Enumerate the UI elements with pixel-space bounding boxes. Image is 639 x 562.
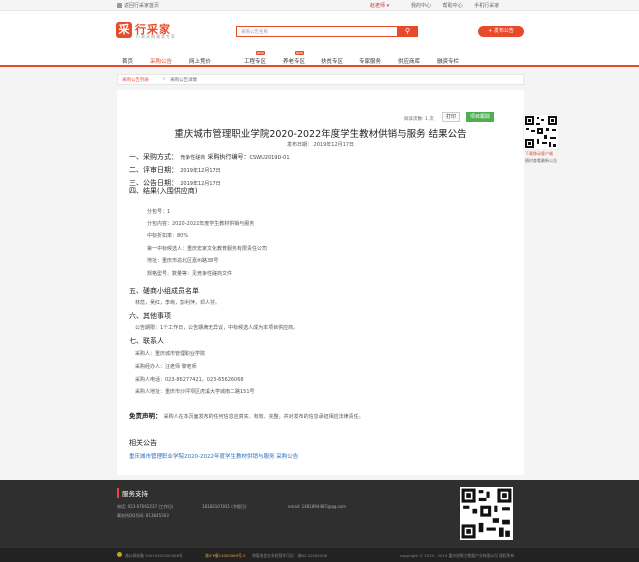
logo-icon[interactable]: 采: [116, 22, 132, 38]
page-title: 重庆城市管理职业学院2020-2022年度学生教材供销与服务 结果公告: [174, 129, 467, 140]
section-result: 四、结果(入围供应商): [129, 187, 198, 195]
contact-line: 采购人电话：023-86277421，023-65626068: [135, 377, 244, 383]
footer-qr-code-icon: [460, 487, 513, 540]
nav-elderly[interactable]: 养老专区: [283, 57, 305, 65]
nav-home[interactable]: 首页: [122, 57, 133, 65]
result-line: 分包号：1: [147, 209, 171, 215]
search-button[interactable]: ⚲: [397, 26, 418, 37]
code-value: CSWU2019D-01: [249, 155, 290, 161]
copyright: copyright © 2019 - 2019 重庆逆戟大数据产业有限公司 版权…: [400, 553, 515, 558]
search-input[interactable]: 采购公告名称: [236, 26, 398, 37]
method-value: 竞争性磋商: [180, 155, 206, 161]
print-button[interactable]: 打印: [442, 112, 460, 122]
result-line: 地址：重庆市渝北区嘉州路38号: [147, 258, 219, 264]
search-placeholder: 采购公告名称: [241, 30, 268, 35]
police-badge-icon: [117, 552, 122, 557]
disclaimer-label: 免责声明：: [129, 412, 162, 420]
icp-record[interactable]: 渝ICP备14000969号-5: [205, 553, 246, 559]
nav-supplier[interactable]: 供应商库: [398, 57, 420, 65]
help-link[interactable]: 帮助中心: [443, 3, 463, 9]
bottom-bar: 渝公网安备 50010302000496号 渝ICP备14000969号-5 增…: [0, 548, 639, 562]
section-value: 2019年12月17日: [180, 168, 221, 174]
section-contact: 七、联系人: [129, 337, 164, 345]
code-label: 采购执行编号：: [207, 154, 250, 161]
footer-phone2: 18183107831 (节假日): [202, 504, 247, 509]
qr-caption: 下载移动客户端: [525, 151, 553, 156]
top-links: 我的中心 帮助中心 手机行采家: [411, 2, 509, 9]
disclaimer: 免责声明： 采购人在本页面发布的任何信息应真实、有效、完整，并对发布的信息承担相…: [129, 410, 364, 420]
search-icon: ⚲: [404, 27, 411, 35]
publish-date: 发布日期： 2019年12月17日: [286, 142, 355, 148]
nav-poverty[interactable]: 扶贫专区: [321, 57, 343, 65]
read-count: 阅读次数: 1 次: [404, 117, 434, 122]
result-line: 中标折扣率：80%: [147, 233, 189, 239]
footer-qq: 事务所QQ号码: 813845303: [117, 513, 169, 518]
section-label: 二、评审日期：: [129, 166, 178, 174]
section-other: 六、其他事项: [129, 312, 171, 320]
nav-finance[interactable]: 融资专栏: [437, 57, 459, 65]
my-center-link[interactable]: 我的中心: [411, 3, 431, 9]
new-badge: NEW: [295, 51, 305, 55]
home-link[interactable]: 返回行采家首页: [117, 2, 159, 9]
contact-line: 采购人地址：重庆市沙坪坝区虎溪大学城南二路151号: [135, 389, 255, 395]
footer: 服务支持 电话: 023-67662237 (工作日) 18183107831 …: [0, 480, 639, 548]
result-line: 第一中标候选人：重庆宏家文化教育服务有限责任公司: [147, 246, 268, 252]
section-panel: 五、磋商小组成员名单: [129, 287, 199, 295]
contact-line: 采购经办人：汪老师 黎老师: [135, 364, 197, 370]
logo-subtitle: 行政采购服务专家: [136, 34, 176, 39]
panel-members: 林蕊，吴红，李峋，彭利萍，邓人芬。: [135, 300, 221, 306]
user-menu[interactable]: 赵老师 ▾: [370, 2, 389, 9]
main-nav: 首页 采购公告 网上竞价 工程专区 NEW 养老专区 NEW 扶贫专区 专家服务…: [0, 51, 639, 67]
section-label: 一、采购方式：: [129, 153, 178, 161]
mobile-link[interactable]: 手机行采家: [474, 3, 499, 9]
nav-engineering[interactable]: 工程专区: [244, 57, 266, 65]
result-line: 规格型号、数量等：见竞争性磋商文件: [147, 271, 233, 277]
other-text: 公告期限：1个工作日，公告期满无异议，中标候选人成为本项目供应商。: [135, 325, 299, 331]
related-link[interactable]: 重庆城市管理职业学院2020-2022年度学生教材供销与服务 采购公告: [129, 452, 298, 460]
footer-title: 服务支持: [117, 488, 148, 498]
top-bar: 返回行采家首页 赵老师 ▾ 我的中心 帮助中心 手机行采家: [0, 0, 639, 11]
home-icon: [117, 3, 122, 8]
section-review-date: 二、评审日期： 2019年12月17日: [129, 165, 221, 175]
nav-expert[interactable]: 专家服务: [359, 57, 381, 65]
related-title: 相关公告: [129, 439, 157, 447]
disclaimer-text: 采购人在本页面发布的任何信息应真实、有效、完整，并对发布的信息承担相应法律责任。: [163, 414, 364, 420]
track-button[interactable]: 项目跟踪: [466, 112, 494, 122]
qr-code-icon: [523, 114, 559, 150]
home-link-label: 返回行采家首页: [124, 3, 160, 9]
breadcrumb-sep: >: [162, 77, 166, 82]
nav-procurement[interactable]: 采购公告: [150, 57, 172, 65]
breadcrumb: 采购公告列表 > 采购公告详情: [117, 74, 524, 85]
section-method: 一、采购方式： 竞争性磋商 采购执行编号：CSWU2019D-01: [129, 152, 290, 162]
article: 阅读次数: 1 次 打印 项目跟踪 重庆城市管理职业学院2020-2022年度学…: [117, 90, 524, 475]
police-record[interactable]: 渝公网安备 50010302000496号: [125, 553, 183, 559]
result-line: 分包内容：2020-2022年度学生教材供销与服务: [147, 221, 255, 227]
footer-email[interactable]: email: 1481894487@qq.com: [288, 504, 346, 509]
contact-line: 采购人：重庆城市管理职业学院: [135, 351, 206, 357]
telecom-license: 增值电信业务经营许可证：渝B2-20180006: [252, 553, 328, 558]
breadcrumb-page: 采购公告详情: [170, 78, 197, 83]
publish-button[interactable]: + 发布公告: [478, 26, 524, 37]
nav-bidding[interactable]: 网上竞价: [189, 57, 211, 65]
qr-subcaption: 随时查看最新公告: [525, 158, 557, 163]
breadcrumb-list[interactable]: 采购公告列表: [122, 77, 149, 83]
footer-phone: 电话: 023-67662237 (工作日): [117, 504, 174, 509]
new-badge: NEW: [256, 51, 266, 55]
